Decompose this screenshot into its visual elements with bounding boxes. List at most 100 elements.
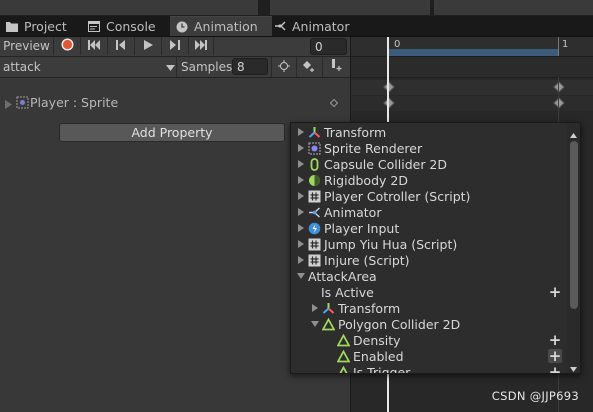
frame-value: 0 xyxy=(315,40,323,54)
popup-item-label: Injure (Script) xyxy=(324,252,410,268)
add-property-button[interactable]: Add Property xyxy=(59,123,285,142)
popup-item-enabled[interactable]: Enabled xyxy=(291,348,580,364)
add-is-active-button[interactable]: + xyxy=(548,283,562,301)
animator-icon xyxy=(308,206,321,219)
top-strip-segment xyxy=(270,0,430,15)
popup-item-label: Capsule Collider 2D xyxy=(324,156,448,172)
popup-item-injure[interactable]: Injure (Script) xyxy=(291,252,571,268)
step-back-icon xyxy=(116,39,126,53)
add-property-popup[interactable]: Transform Sprite Renderer Capsule Collid… xyxy=(290,122,581,374)
clip-name: attack xyxy=(3,60,41,74)
clip-toolbar: attack Samples 8 xyxy=(0,57,350,78)
frame-field[interactable]: 0 xyxy=(310,38,347,55)
popup-item-child-transform[interactable]: Transform xyxy=(291,300,580,316)
tab-animation[interactable]: Animation xyxy=(170,16,272,36)
clip-dropdown[interactable]: attack xyxy=(3,59,175,75)
polygon-collider-icon xyxy=(337,365,350,373)
expand-arrow-icon xyxy=(296,159,306,169)
step-forward-icon xyxy=(170,39,180,53)
tab-label: Console xyxy=(106,18,156,34)
top-strip-segment xyxy=(434,0,593,15)
add-event-icon xyxy=(330,59,342,75)
popup-item-sprite-renderer[interactable]: Sprite Renderer xyxy=(291,140,571,156)
collapse-arrow-icon xyxy=(310,319,320,329)
popup-item-label: Transform xyxy=(338,300,401,316)
property-row[interactable]: Player : Sprite xyxy=(0,95,350,111)
popup-item-player-input[interactable]: Player Input xyxy=(291,220,571,236)
samples-label: Samples xyxy=(181,60,233,74)
popup-item-label: Transform xyxy=(324,124,387,140)
expand-arrow-icon xyxy=(296,239,306,249)
add-is-trigger-button[interactable]: + xyxy=(548,365,562,374)
tab-label: Animation xyxy=(194,19,258,34)
scroll-down-icon[interactable] xyxy=(570,361,577,373)
popup-item-attackarea[interactable]: AttackArea xyxy=(291,268,571,284)
popup-item-capsule-collider[interactable]: Capsule Collider 2D xyxy=(291,156,571,172)
popup-item-animator[interactable]: Animator xyxy=(291,204,571,220)
popup-item-is-trigger[interactable]: Is Trigger xyxy=(291,364,580,374)
tab-project[interactable]: Project xyxy=(0,16,86,36)
console-icon xyxy=(88,20,100,32)
previous-keyframe-button[interactable] xyxy=(108,37,135,55)
summary-keyframe[interactable] xyxy=(553,81,565,93)
add-density-button[interactable]: + xyxy=(548,333,562,348)
tab-console[interactable]: Console xyxy=(82,16,174,36)
plus-icon: + xyxy=(548,283,562,301)
popup-item-density[interactable]: Density xyxy=(291,332,580,348)
skip-to-start-icon xyxy=(88,39,100,53)
next-keyframe-button[interactable] xyxy=(162,37,189,55)
popup-scrollbar[interactable] xyxy=(567,123,580,373)
popup-item-label: Jump Yiu Hua (Script) xyxy=(324,236,458,252)
tab-bar: Project Console Animation Animator xyxy=(0,16,593,37)
ruler-tick xyxy=(558,37,559,56)
polygon-collider-icon xyxy=(337,333,350,347)
popup-item-is-active[interactable]: Is Active xyxy=(291,284,580,300)
sprite-renderer-icon xyxy=(308,142,321,155)
add-keyframe-button[interactable] xyxy=(296,57,323,77)
popup-item-polygon-collider[interactable]: Polygon Collider 2D xyxy=(291,316,580,332)
popup-item-player-controller[interactable]: Player Cotroller (Script) xyxy=(291,188,571,204)
first-keyframe-button[interactable] xyxy=(81,37,108,55)
sprite-keyframe[interactable] xyxy=(383,97,395,109)
clip-range-bar xyxy=(387,49,558,56)
script-icon xyxy=(308,190,321,203)
collapse-arrow-icon xyxy=(296,271,306,281)
polygon-collider-icon xyxy=(337,349,350,363)
tab-label: Project xyxy=(24,18,67,34)
play-button[interactable] xyxy=(135,37,162,55)
clock-icon xyxy=(176,21,188,33)
popup-item-transform[interactable]: Transform xyxy=(291,124,571,140)
preview-toggle[interactable]: Preview xyxy=(0,37,54,55)
keyframe-filter-button[interactable] xyxy=(271,57,297,77)
popup-item-label: Sprite Renderer xyxy=(324,140,423,156)
popup-item-label: Density xyxy=(353,332,401,348)
key-property-diamond-icon[interactable] xyxy=(329,98,339,108)
ruler-label: 1 xyxy=(562,39,569,50)
record-button[interactable] xyxy=(54,37,81,55)
popup-item-jump-yiu-hua[interactable]: Jump Yiu Hua (Script) xyxy=(291,236,571,252)
add-event-button[interactable] xyxy=(323,57,349,77)
expand-arrow-icon xyxy=(296,143,306,153)
script-icon xyxy=(308,254,321,267)
tab-animator[interactable]: Animator xyxy=(268,16,364,36)
popup-item-rigidbody[interactable]: Rigidbody 2D xyxy=(291,172,571,188)
scrollbar-thumb[interactable] xyxy=(570,141,578,309)
add-enabled-button[interactable]: + xyxy=(548,349,562,364)
scroll-up-icon[interactable] xyxy=(570,127,577,141)
expand-arrow-icon[interactable] xyxy=(5,98,12,112)
sprite-keyframe[interactable] xyxy=(553,97,565,109)
skip-to-end-icon xyxy=(195,39,207,53)
popup-item-label: Polygon Collider 2D xyxy=(338,316,461,332)
tab-label: Animator xyxy=(292,18,350,34)
popup-item-label: Player Cotroller (Script) xyxy=(324,188,471,204)
plus-icon: + xyxy=(548,363,562,374)
summary-keyframe[interactable] xyxy=(383,81,395,93)
expand-arrow-icon xyxy=(296,207,306,217)
samples-field[interactable]: 8 xyxy=(232,58,268,75)
record-icon xyxy=(61,38,74,54)
popup-item-label: Is Trigger xyxy=(353,364,411,374)
last-keyframe-button[interactable] xyxy=(189,37,214,55)
popup-item-label: Enabled xyxy=(353,348,404,364)
popup-item-label: Rigidbody 2D xyxy=(324,172,408,188)
popup-item-label: Is Active xyxy=(321,284,374,300)
